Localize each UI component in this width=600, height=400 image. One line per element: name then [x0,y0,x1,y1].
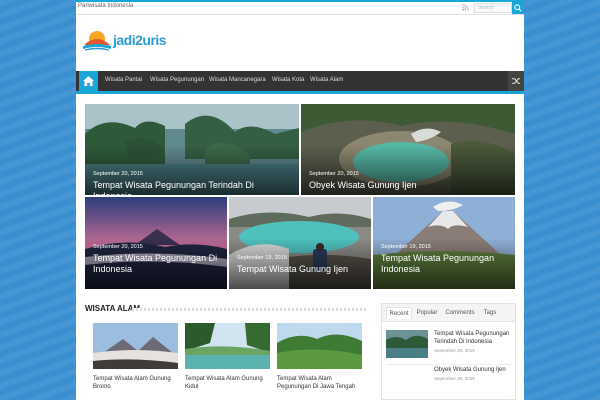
recent-post[interactable]: Tempat Wisata Pegunungan Terindah Di Ind… [386,330,512,362]
article-thumbnail[interactable] [185,323,270,369]
home-icon[interactable] [79,71,98,91]
tab-recent[interactable]: Recent [386,307,412,319]
nav-item-wisata-mancanegara[interactable]: Wisata Mancanegara [209,77,266,83]
sidebar-tabs-widget: Recent Popular Comments Tags Tempat Wisa… [381,303,516,400]
article-card[interactable]: Tempat Wisata Alam Pegunungan Di Jawa Te… [277,323,362,391]
search-icon[interactable] [512,2,524,14]
main-nav: Wisata Pantai Wisata Pegunungan Wisata M… [76,71,524,94]
post-title[interactable]: Tempat Wisata Pegunungan Di Indonesia [93,253,221,275]
featured-post-1[interactable]: September 20, 2015 Tempat Wisata Pegunun… [85,104,299,195]
post-date: September 19, 2015 [381,244,431,250]
widget-tab-bar: Recent Popular Comments Tags [382,304,515,322]
post-title[interactable]: Tempat Wisata Pegunungan Terindah Di Ind… [93,180,293,195]
nav-item-wisata-kota[interactable]: Wisata Kota [272,77,304,83]
rss-icon[interactable] [462,4,470,12]
recent-post-thumbnail[interactable] [386,330,428,358]
featured-post-3[interactable]: September 20, 2015 Tempat Wisata Pegunun… [85,197,227,289]
featured-post-2[interactable]: September 20, 2015 Obyek Wisata Gunung I… [301,104,515,195]
logo-text: jadi2uris [113,32,167,48]
breadcrumb[interactable]: Pariwisata Indonesia [78,3,133,9]
post-title[interactable]: Obyek Wisata Gunung Ijen [309,180,509,191]
site-logo[interactable]: jadi2uris [82,29,167,55]
article-title[interactable]: Tempat Wisata Alam Gunung Kidul [185,375,270,391]
post-date: September 20, 2015 [93,244,143,250]
page-container: Pariwisata Indonesia Search jadi2uris Wi… [76,0,524,400]
nav-item-wisata-alam[interactable]: Wisata Alam [310,77,343,83]
tab-popular[interactable]: Popular [414,307,440,319]
post-date: September 20, 2015 [309,171,359,177]
search-input[interactable]: Search [474,3,512,13]
site-header: jadi2uris [76,15,524,70]
post-title[interactable]: Tempat Wisata Gunung Ijen [237,264,365,275]
recent-post[interactable]: Obyek Wisata Gunung Ijen September 20, 2… [386,366,512,396]
divider [386,364,512,365]
shuffle-icon[interactable] [508,71,524,91]
recent-post-date: September 20, 2015 [434,348,475,353]
featured-post-5[interactable]: September 19, 2015 Tempat Wisata Pegunun… [373,197,515,289]
article-thumbnail[interactable] [93,323,178,369]
post-date: September 19, 2015 [237,255,287,261]
post-title[interactable]: Tempat Wisata Pegunungan Indonesia [381,253,509,275]
tab-tags[interactable]: Tags [480,307,500,319]
article-card[interactable]: Tempat Wisata Alam Gunung Kidul [185,323,270,391]
tab-comments[interactable]: Comments [442,307,478,319]
recent-post-title[interactable]: Obyek Wisata Gunung Ijen [434,366,512,374]
nav-item-wisata-pegunungan[interactable]: Wisata Pegunungan [150,77,204,83]
section-divider [132,308,368,311]
article-thumbnail[interactable] [277,323,362,369]
nav-item-wisata-pantai[interactable]: Wisata Pantai [105,77,142,83]
featured-post-4[interactable]: September 19, 2015 Tempat Wisata Gunung … [229,197,371,289]
recent-post-date: September 20, 2015 [434,376,475,381]
post-date: September 20, 2015 [93,171,143,177]
article-card[interactable]: Tempat Wisata Alam Gunung Bromo [93,323,178,391]
top-bar: Pariwisata Indonesia Search [76,0,524,15]
article-title[interactable]: Tempat Wisata Alam Gunung Bromo [93,375,178,391]
article-title[interactable]: Tempat Wisata Alam Pegunungan Di Jawa Te… [277,375,362,391]
recent-post-title[interactable]: Tempat Wisata Pegunungan Terindah Di Ind… [434,330,512,346]
